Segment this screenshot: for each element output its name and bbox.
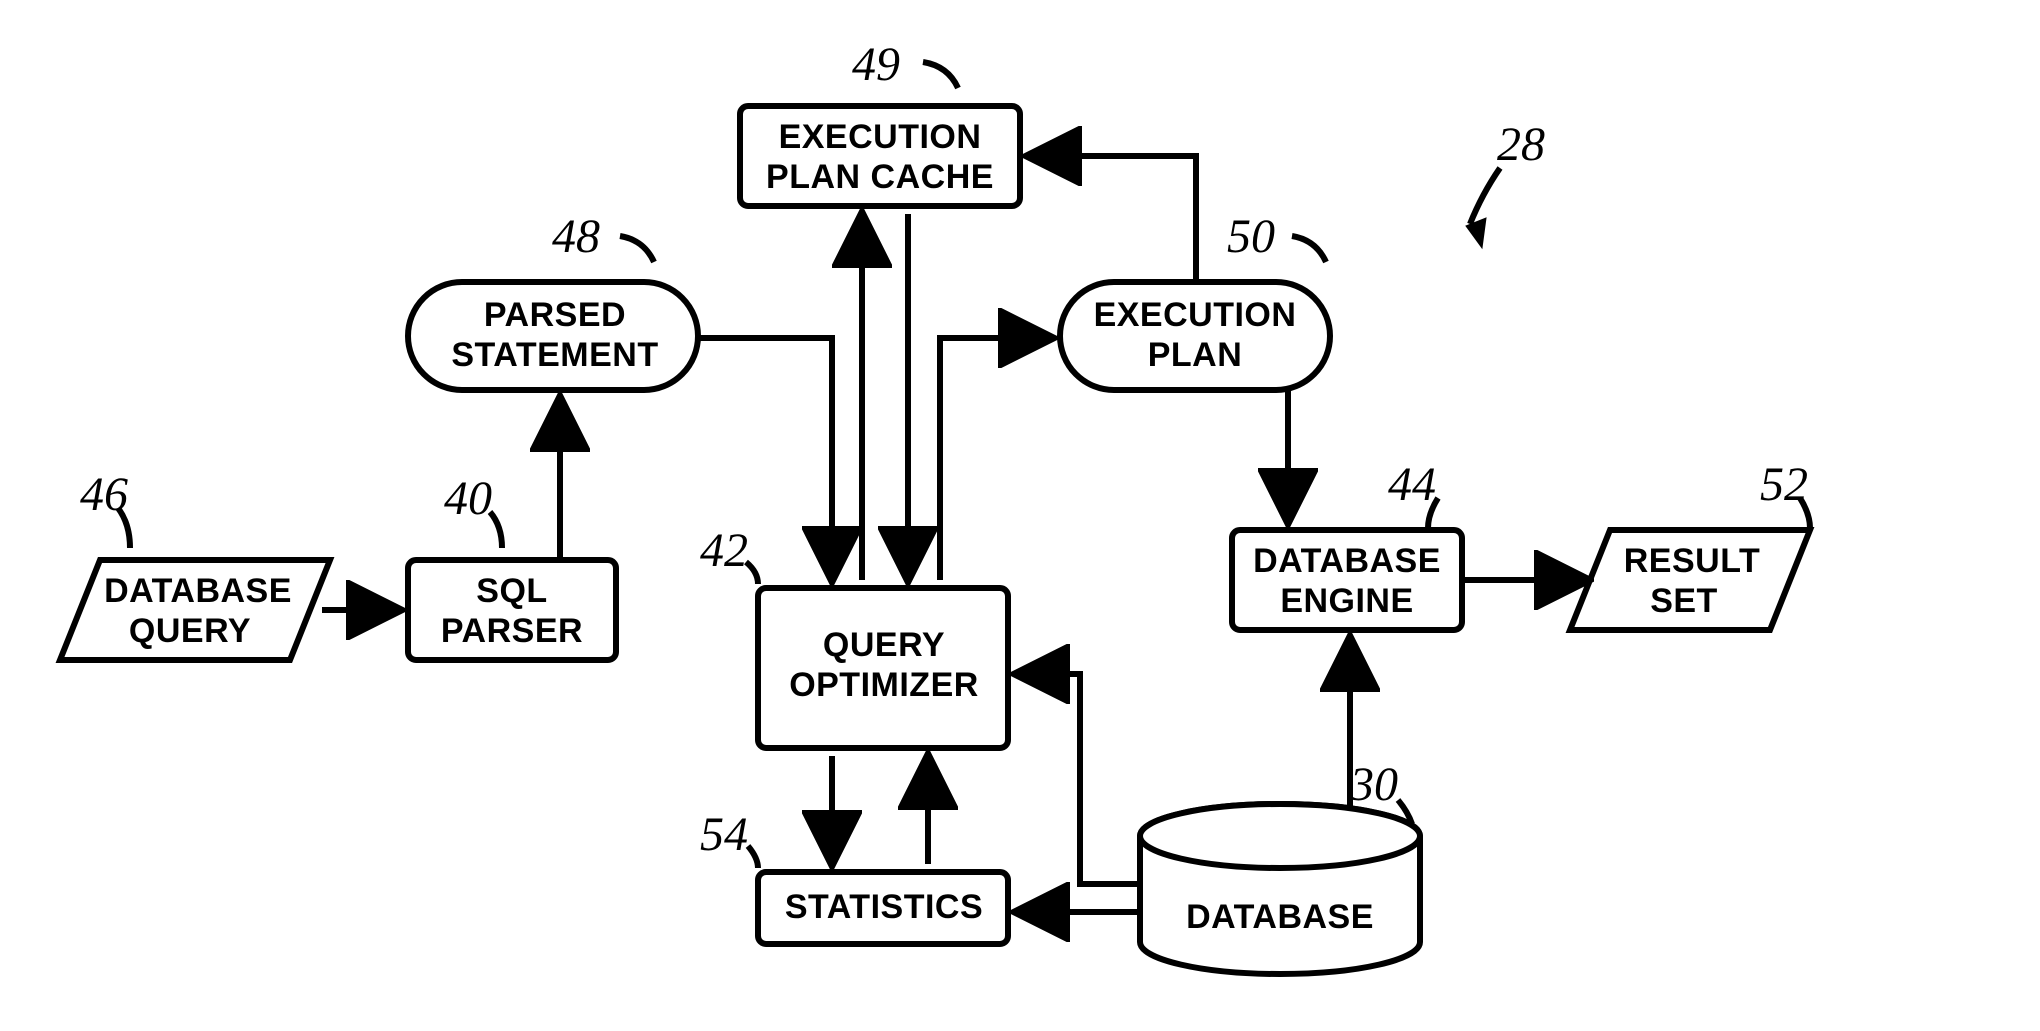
arrow-optimizer-to-execplan	[940, 338, 1052, 580]
box-statistics: STATISTICS 54	[700, 808, 1008, 944]
label-result-set-2: SET	[1650, 582, 1718, 620]
label-parsed-statement-1: PARSED	[484, 296, 626, 334]
label-db-query-2: QUERY	[129, 612, 251, 650]
label-database: DATABASE	[1186, 898, 1374, 936]
ref-db-query: 46	[80, 468, 128, 521]
ref-statistics: 54	[700, 808, 748, 861]
box-database-engine: DATABASE ENGINE 44	[1232, 458, 1462, 630]
box-sql-parser: SQL PARSER 40	[408, 472, 616, 660]
ref-query-optimizer: 42	[700, 524, 748, 577]
label-exec-plan-cache-2: PLAN CACHE	[766, 158, 994, 196]
box-execution-plan-cache: EXECUTION PLAN CACHE 49	[740, 38, 1020, 206]
oval-parsed-statement: PARSED STATEMENT 48	[408, 210, 698, 390]
label-sql-parser-1: SQL	[476, 572, 547, 610]
arrow-database-to-optimizer	[1016, 674, 1140, 884]
box-query-optimizer: QUERY OPTIMIZER 42	[700, 524, 1008, 748]
arrow-execplan-to-cache	[1028, 156, 1196, 282]
label-execution-plan-2: PLAN	[1148, 336, 1243, 374]
label-query-optimizer-1: QUERY	[823, 626, 945, 664]
ref-database: 30	[1349, 758, 1398, 811]
label-exec-plan-cache-1: EXECUTION	[779, 118, 982, 156]
label-db-engine-1: DATABASE	[1253, 542, 1441, 580]
ref-exec-plan-cache: 49	[852, 38, 900, 91]
label-result-set-1: RESULT	[1624, 542, 1760, 580]
diagram-svg: EXECUTION PLAN CACHE 49 PARSED STATEMENT…	[0, 0, 2040, 1031]
label-statistics: STATISTICS	[785, 888, 983, 926]
ref-result-set: 52	[1760, 458, 1808, 511]
label-sql-parser-2: PARSER	[441, 612, 583, 650]
label-db-query-1: DATABASE	[104, 572, 292, 610]
label-db-engine-2: ENGINE	[1280, 582, 1413, 620]
label-query-optimizer-2: OPTIMIZER	[789, 666, 979, 704]
parallelogram-database-query: DATABASE QUERY 46	[60, 468, 330, 660]
ref-parsed-statement: 48	[552, 210, 600, 263]
label-parsed-statement-2: STATEMENT	[451, 336, 658, 374]
label-execution-plan-1: EXECUTION	[1094, 296, 1297, 334]
ref-db-engine: 44	[1388, 458, 1436, 511]
parallelogram-result-set: RESULT SET 52	[1570, 458, 1810, 630]
ref-diagram: 28	[1497, 118, 1545, 171]
diagram-ref-28: 28	[1466, 118, 1545, 248]
ref-execution-plan: 50	[1227, 210, 1275, 263]
cylinder-database: DATABASE 30	[1140, 758, 1420, 974]
ref-sql-parser: 40	[444, 472, 492, 525]
